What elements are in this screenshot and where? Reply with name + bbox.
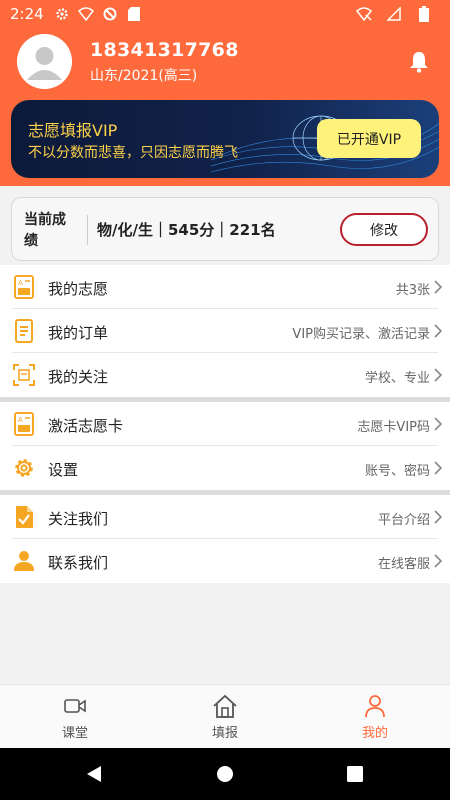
tab-label: 课堂 <box>61 726 88 741</box>
status-time: 2:24 <box>10 5 44 23</box>
profile-icon <box>362 693 388 719</box>
tab-label: 填报 <box>211 726 238 741</box>
menu-label: 我的志愿 <box>48 280 109 298</box>
vip-status-button[interactable]: 已开通VIP <box>317 119 421 158</box>
settings-gear-icon <box>12 456 36 480</box>
score-value: 物/化/生｜545分｜221名 <box>97 221 276 239</box>
current-score-card: 当前成绩 物/化/生｜545分｜221名 修改 <box>11 197 439 261</box>
chevron-right-icon <box>434 554 443 568</box>
tab-fill[interactable]: 填报 <box>150 685 300 749</box>
video-camera-icon <box>62 693 88 719</box>
chevron-right-icon <box>434 417 443 431</box>
battery-icon <box>416 6 432 22</box>
bell-icon[interactable] <box>406 49 432 75</box>
menu-label: 联系我们 <box>48 554 109 572</box>
tab-mine[interactable]: 我的 <box>300 685 450 749</box>
user-region: 山东/2021(高三) <box>90 68 198 84</box>
gear-status-icon <box>54 6 70 22</box>
menu-item-contact-us[interactable]: 联系我们 在线客服 <box>0 539 450 583</box>
menu-label: 我的关注 <box>48 368 109 386</box>
menu-item-my-orders[interactable]: 我的订单 VIP购买记录、激活记录 <box>0 309 450 353</box>
person-icon <box>12 549 36 573</box>
block-status-icon <box>102 6 118 22</box>
menu-item-my-volunteer[interactable]: A 我的志愿 共3张 <box>0 265 450 309</box>
menu-group-1: A 我的志愿 共3张 我的订单 VIP购买记录、激活记录 我的关注 学校、专业 … <box>0 265 450 583</box>
sdcard-status-icon <box>126 6 142 22</box>
menu-item-follow-us[interactable]: 关注我们 平台介绍 <box>0 495 450 539</box>
menu-item-activate-card[interactable]: A 激活志愿卡 志愿卡VIP码 <box>0 402 450 446</box>
menu-hint: 共3张 <box>395 283 430 298</box>
vip-title: 志愿填报VIP <box>28 121 118 140</box>
system-navigation-bar <box>0 748 450 800</box>
volunteer-doc-icon: A <box>12 275 36 299</box>
status-bar: 2:24 <box>0 0 450 28</box>
vip-banner[interactable]: 志愿填报VIP 不以分数而悲喜，只因志愿而腾飞 已开通VIP <box>11 100 439 178</box>
avatar[interactable] <box>17 34 72 89</box>
wifi-status-icon <box>77 6 94 22</box>
focus-scan-icon <box>12 363 36 387</box>
menu-hint: 在线客服 <box>377 557 430 572</box>
menu-hint: 学校、专业 <box>364 371 430 386</box>
menu-hint: 志愿卡VIP码 <box>357 420 430 435</box>
profile-header: 18341317768 山东/2021(高三) 志愿填报VIP 不以分数而悲喜，… <box>0 28 450 186</box>
chevron-right-icon <box>434 461 443 475</box>
menu-label: 激活志愿卡 <box>48 417 124 435</box>
wifi-off-icon <box>356 6 372 22</box>
chevron-right-icon <box>434 280 443 294</box>
score-label: 当前成绩 <box>24 212 66 249</box>
vip-subtitle: 不以分数而悲喜，只因志愿而腾飞 <box>28 145 238 161</box>
tab-label: 我的 <box>361 726 388 741</box>
chevron-right-icon <box>434 510 443 524</box>
home-circle-icon[interactable] <box>215 764 235 784</box>
chevron-right-icon <box>434 368 443 382</box>
svg-text:A: A <box>18 279 23 287</box>
chevron-right-icon <box>434 324 443 338</box>
user-phone: 18341317768 <box>90 39 239 61</box>
home-icon <box>212 693 238 719</box>
menu-label: 关注我们 <box>48 510 109 528</box>
menu-label: 我的订单 <box>48 324 109 342</box>
doc-check-icon <box>12 505 36 529</box>
tab-classroom[interactable]: 课堂 <box>0 685 150 749</box>
menu-item-settings[interactable]: 设置 账号、密码 <box>0 446 450 490</box>
menu-label: 设置 <box>48 461 79 479</box>
avatar-placeholder-icon <box>17 34 72 89</box>
bottom-tab-bar: 课堂 填报 我的 <box>0 684 450 748</box>
menu-hint: 账号、密码 <box>364 464 430 479</box>
signal-icon <box>386 6 402 22</box>
svg-text:A: A <box>18 416 23 424</box>
order-doc-icon <box>12 319 36 343</box>
score-divider <box>87 215 88 245</box>
recents-square-icon[interactable] <box>345 764 365 784</box>
volunteer-card-icon: A <box>12 412 36 436</box>
back-icon[interactable] <box>84 764 104 784</box>
menu-hint: VIP购买记录、激活记录 <box>292 327 430 342</box>
menu-item-my-focus[interactable]: 我的关注 学校、专业 <box>0 353 450 397</box>
menu-hint: 平台介绍 <box>377 513 430 528</box>
edit-score-button[interactable]: 修改 <box>340 213 428 246</box>
